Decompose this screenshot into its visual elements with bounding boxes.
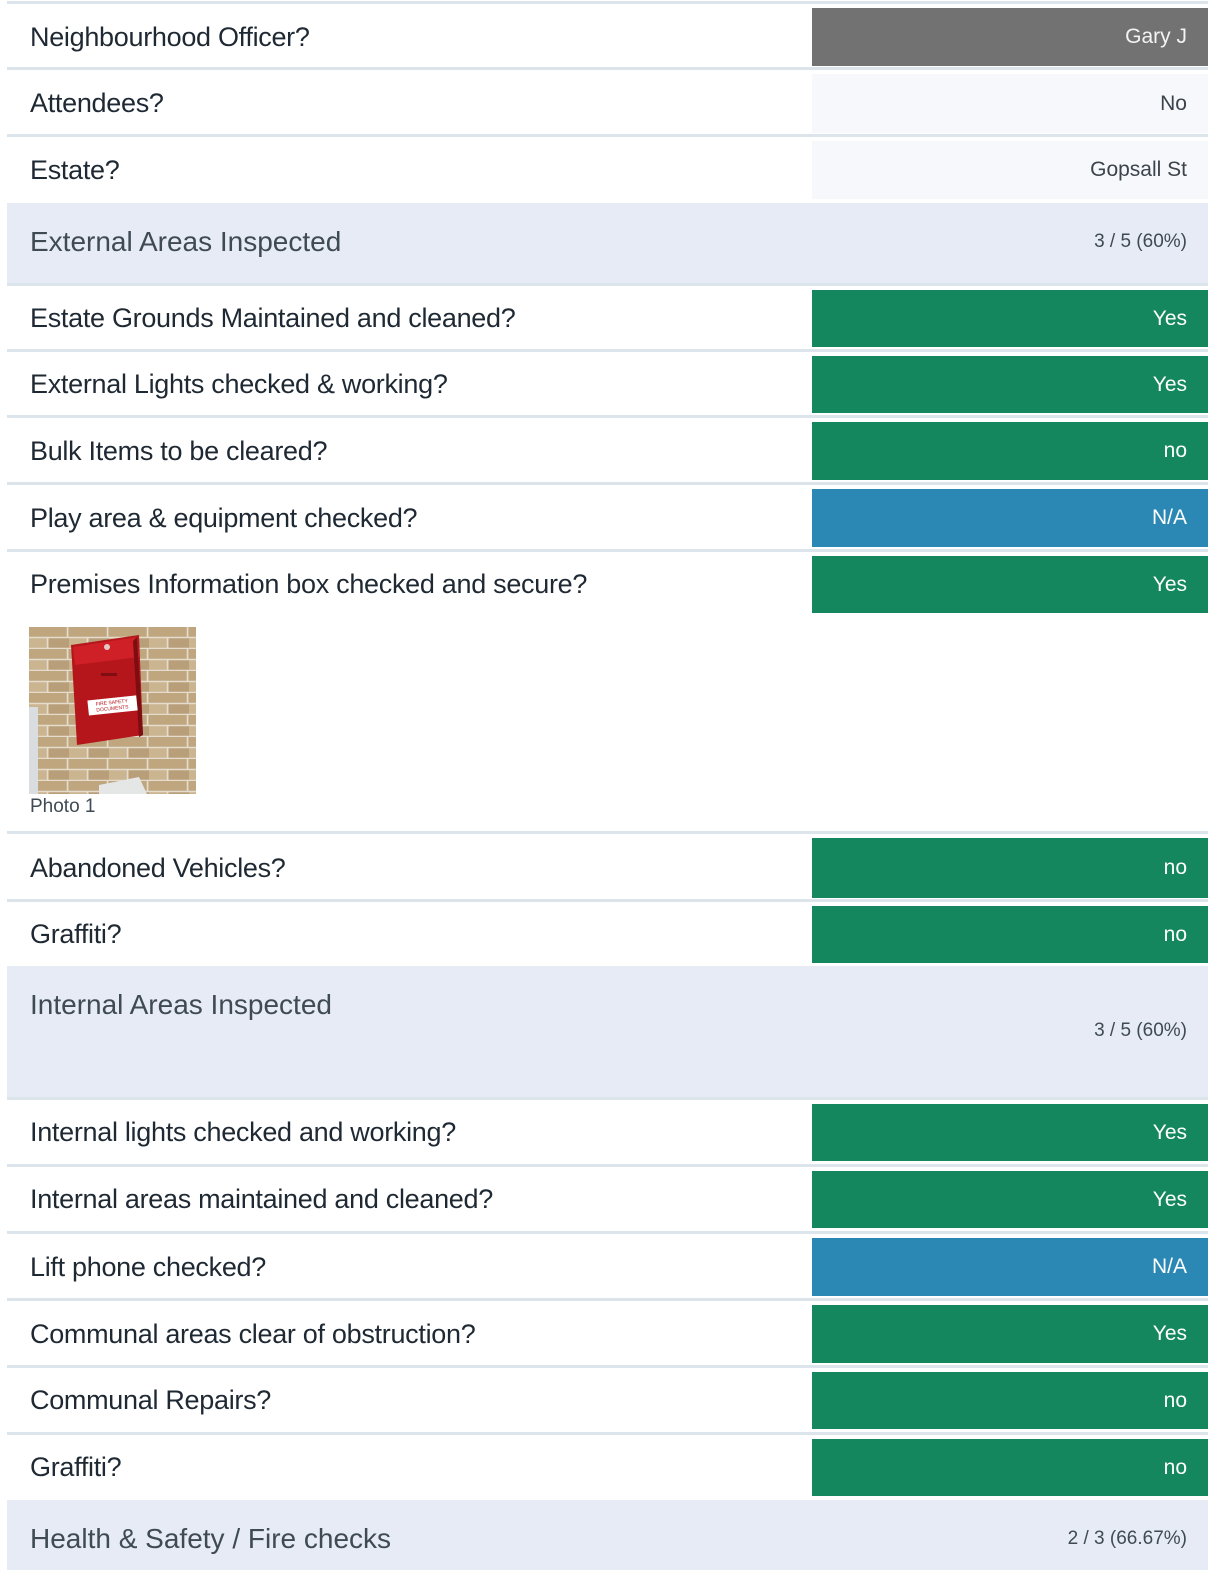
question-row: Estate Grounds Maintained and cleaned? Y… [7,283,1208,351]
question-label: Estate Grounds Maintained and cleaned? [30,303,516,333]
question-label: Communal Repairs? [30,1385,271,1415]
answer-value: Gary J [812,8,1208,66]
answer-value: Gopsall St [812,141,1208,199]
question-row: Neighbourhood Officer? Gary J [7,1,1208,70]
answer-value: Yes [812,290,1208,347]
question-label: Lift phone checked? [30,1251,266,1282]
section-title: Health & Safety / Fire checks [30,1523,392,1554]
question-row: Attendees? No [7,67,1208,137]
question-label: Premises Information box checked and sec… [30,569,588,599]
answer-value: no [812,906,1208,963]
section-header: Internal Areas Inspected 3 / 5 (60%) [7,966,1208,1097]
question-label: Estate? [30,154,120,185]
question-row: Communal areas clear of obstruction? Yes [7,1298,1208,1367]
section-header: Health & Safety / Fire checks 2 / 3 (66.… [7,1500,1208,1570]
section-header: External Areas Inspected 3 / 5 (60%) [7,203,1208,283]
question-row: Graffiti? no [7,899,1208,967]
evidence-photo[interactable]: FIRE SAFETY DOCUMENTS [29,627,196,794]
answer-value: no [812,838,1208,898]
question-label: Attendees? [30,88,164,118]
question-row: Premises Information box checked and sec… [7,549,1208,617]
question-label: Internal areas maintained and cleaned? [30,1184,493,1214]
fire-safety-box-photo: FIRE SAFETY DOCUMENTS [29,627,196,794]
question-label: Graffiti? [30,1452,122,1482]
answer-value: no [812,1372,1208,1429]
question-label: Bulk Items to be cleared? [30,435,328,466]
answer-value: Yes [812,356,1208,413]
question-row: Communal Repairs? no [7,1365,1208,1433]
question-label: Communal areas clear of obstruction? [30,1318,476,1349]
question-label: Neighbourhood Officer? [30,21,310,52]
answer-value: Yes [812,556,1208,613]
section-title: Internal Areas Inspected [30,989,332,1020]
question-label: Graffiti? [30,919,122,949]
question-label: External Lights checked & working? [30,369,448,399]
section-score: 3 / 5 (60%) [1094,1020,1187,1041]
question-row: Estate? Gopsall St [7,134,1208,203]
question-label: Internal lights checked and working? [30,1117,456,1147]
question-label: Abandoned Vehicles? [30,852,286,883]
question-label: Play area & equipment checked? [30,502,418,533]
section-title: External Areas Inspected [30,226,342,257]
section-score: 2 / 3 (66.67%) [1067,1528,1187,1549]
question-row: External Lights checked & working? Yes [7,349,1208,417]
question-row: Bulk Items to be cleared? no [7,415,1208,484]
answer-value: Yes [812,1104,1208,1161]
answer-value: no [812,422,1208,480]
answer-value: N/A [812,489,1208,547]
question-row: Lift phone checked? N/A [7,1231,1208,1300]
section-score: 3 / 5 (60%) [1094,231,1187,252]
question-row: Play area & equipment checked? N/A [7,482,1208,551]
question-row: Internal lights checked and working? Yes [7,1097,1208,1165]
question-row: Internal areas maintained and cleaned? Y… [7,1164,1208,1232]
question-row: Abandoned Vehicles? no [7,831,1208,902]
answer-value: no [812,1439,1208,1496]
answer-value: Yes [812,1171,1208,1228]
question-row: Graffiti? no [7,1432,1208,1500]
photo-caption: Photo 1 [30,796,96,817]
answer-value: No [812,74,1208,133]
answer-value: N/A [812,1238,1208,1296]
answer-value: Yes [812,1305,1208,1363]
